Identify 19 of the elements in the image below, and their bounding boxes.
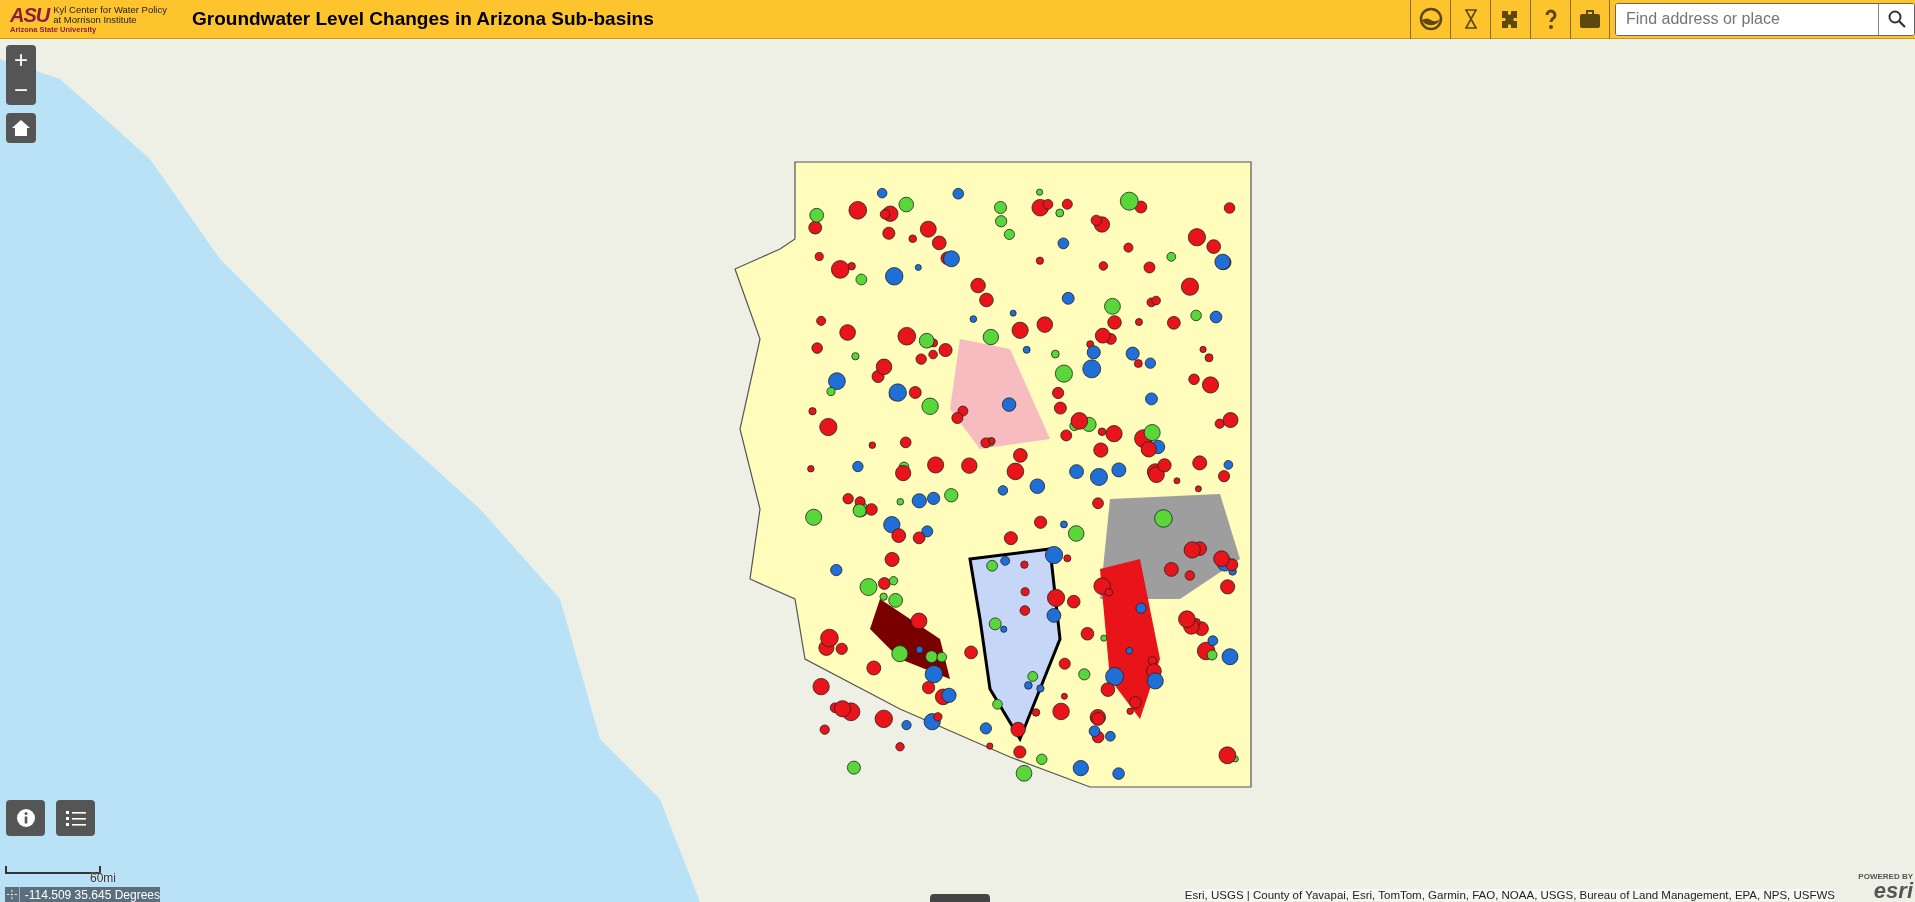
esri-wordmark: esri — [1873, 881, 1913, 901]
attribution-text: Esri, USGS | County of Yavapai, Esri, TomTom, Garmin, FAO, NOAA, USGS, Bureau of Land Management, EPA, NPS, USFWS — [1184, 889, 1835, 901]
logo-mark: ASU — [10, 4, 50, 25]
legend-list-icon[interactable] — [56, 800, 95, 836]
info-icon[interactable] — [6, 800, 45, 836]
zoom-out-button[interactable]: − — [6, 75, 36, 105]
zoom-in-button[interactable]: + — [6, 45, 36, 75]
home-icon[interactable] — [6, 113, 36, 143]
search-field[interactable]: Find address or place — [1615, 2, 1915, 36]
toolbox-icon[interactable] — [1570, 0, 1610, 39]
powered-by-text: POWERED BY — [1858, 872, 1913, 881]
logo-text: Kyl Center for Water Policy — [53, 4, 167, 15]
app-title: Groundwater Level Changes in Arizona Sub-basins — [192, 8, 654, 30]
crosshair-icon[interactable] — [5, 887, 20, 902]
search-icon[interactable] — [1878, 3, 1914, 35]
scale-label: 60mi — [90, 871, 116, 885]
coordinates-text: -114.509 35.645 Degrees — [23, 887, 160, 902]
panel-handle[interactable] — [930, 894, 990, 902]
logo-text: at Morrison Institute — [53, 14, 138, 25]
